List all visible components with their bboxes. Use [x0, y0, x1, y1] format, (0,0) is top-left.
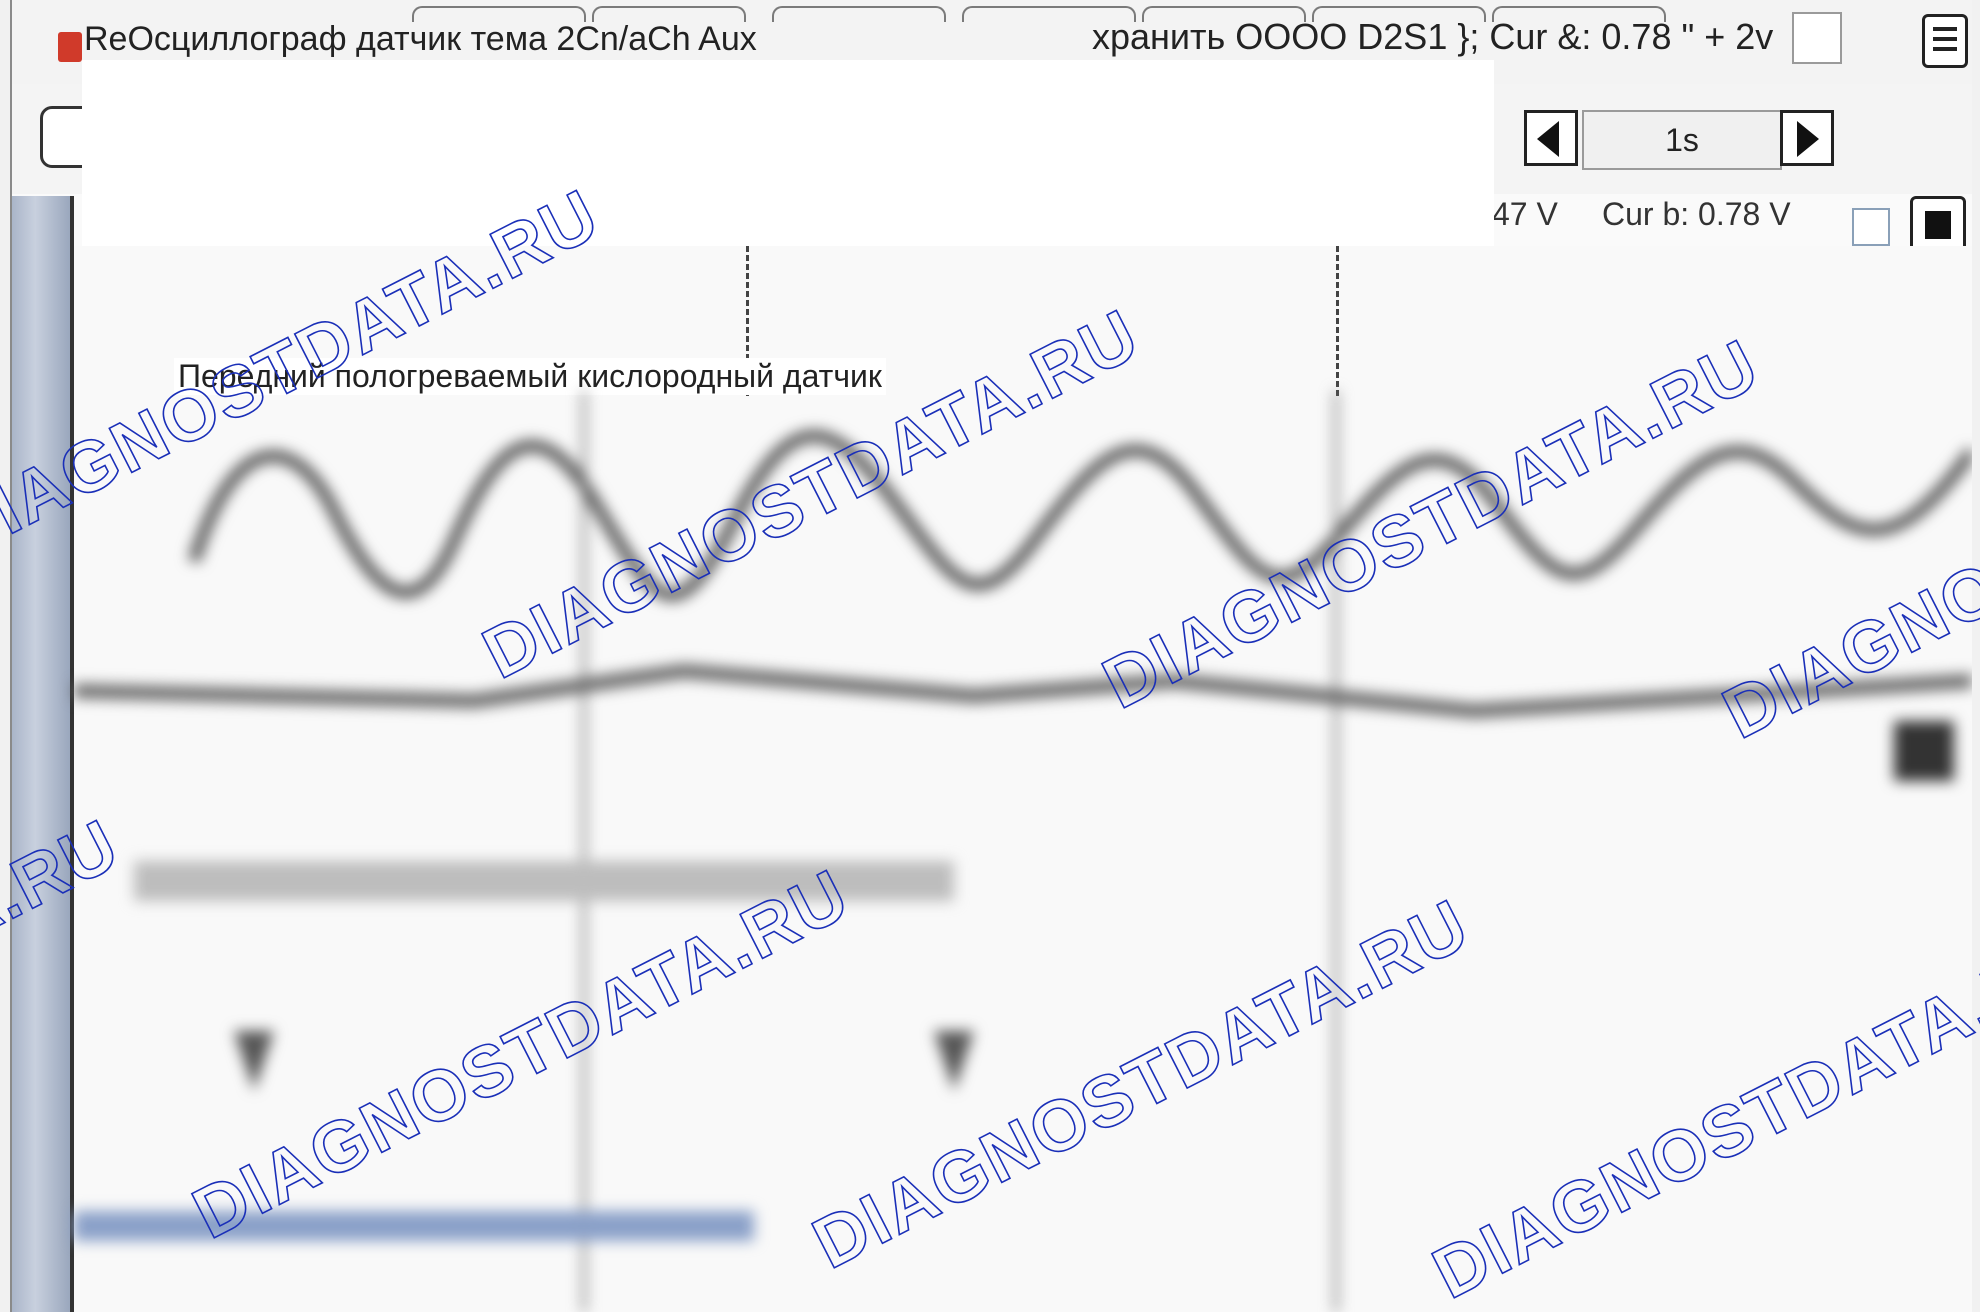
cursor-readout: хранить OOOO D2S1 }; Cur &: 0.78 " + 2v: [1092, 16, 1774, 57]
cursor-b-line[interactable]: [1336, 246, 1339, 396]
checkbox-icon[interactable]: [1852, 208, 1890, 246]
cursor-a-readout: 47 V: [1492, 196, 1558, 232]
window-title: ReОсциллограф датчик тема 2Cn/aCh Aux: [84, 20, 757, 58]
scope-display[interactable]: Передний пологреваемый кислородный датчи…: [74, 246, 1972, 1312]
timebase-value[interactable]: 1s: [1582, 110, 1782, 170]
menu-icon: [1933, 27, 1957, 31]
waveform: [74, 391, 1972, 1312]
waveform-area: [74, 391, 1972, 1312]
title-overlay: [82, 60, 1494, 246]
menu-button[interactable]: [1922, 14, 1968, 68]
app-icon: [58, 32, 82, 62]
tab-3[interactable]: [772, 6, 946, 22]
oscilloscope-window: хранить OOOO D2S1 }; Cur &: 0.78 " + 2v …: [10, 0, 1972, 1312]
channel-sidebar[interactable]: [12, 196, 74, 1312]
timebase-next-button[interactable]: [1780, 110, 1834, 166]
readout-box[interactable]: [1792, 12, 1842, 64]
channel-label: Передний пологреваемый кислородный датчи…: [174, 358, 886, 395]
arrow-left-icon: [1537, 121, 1559, 157]
timebase-prev-button[interactable]: [1524, 110, 1578, 166]
cursor-b-readout: Cur b: 0.78 V: [1602, 196, 1791, 232]
arrow-right-icon: [1797, 121, 1819, 157]
stop-icon: [1925, 211, 1951, 239]
